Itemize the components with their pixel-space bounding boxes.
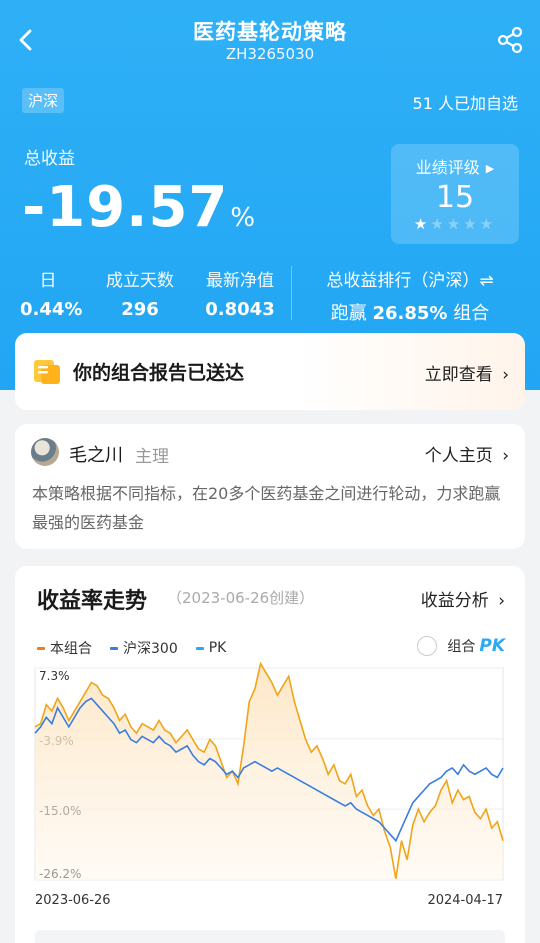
share-button[interactable]	[492, 22, 528, 58]
triangle-right-icon: ▶	[485, 162, 495, 175]
manager-home-label: 个人主页	[424, 446, 493, 466]
strategy-description: 本策略根据不同指标，在20多个医药基金之间进行轮动，力求跑赢最强的医药基金	[32, 484, 501, 532]
hero-header: 医药基轮动策略 ZH3265030 沪深 51 人已加自选 总收益 -19.57…	[0, 0, 540, 390]
stat-label: 日	[39, 271, 57, 291]
return-analysis-link[interactable]: 收益分析 ›	[421, 586, 505, 611]
view-report-label: 立即查看	[424, 365, 493, 385]
total-return-label: 总收益	[24, 149, 75, 169]
chart-legend: 本组合 沪深300 PK	[37, 638, 226, 658]
return-chart[interactable]: 7.3%-3.9%-15.0%-26.2%2023-06-262024-04-1…	[15, 662, 525, 922]
star-empty-icon: ★	[479, 215, 497, 233]
stat-label: 成立天数	[106, 271, 174, 291]
total-return-unit: %	[230, 203, 257, 233]
manager-role: 主理	[135, 447, 169, 467]
chevron-right-icon: ›	[502, 365, 509, 385]
view-report-link[interactable]: 立即查看 ›	[425, 360, 509, 385]
legend-label: 本组合	[50, 641, 92, 657]
star-empty-icon: ★	[463, 215, 480, 233]
x-tick-label: 2023-06-26	[35, 893, 111, 908]
report-text: 你的组合报告已送达	[73, 362, 245, 384]
pk-toggle[interactable]: 组合 PK	[417, 636, 505, 656]
stat-daily: 日 0.44%	[20, 266, 83, 320]
manager-card: 毛之川 主理 个人主页 › 本策略根据不同指标，在20多个医药基金之间进行轮动，…	[15, 424, 525, 549]
page-title: 医药基轮动策略	[193, 20, 347, 44]
star-empty-icon: ★	[430, 215, 447, 233]
legend-pk: PK	[195, 638, 227, 658]
rank-label: 总收益排行（沪深）⇌	[326, 271, 494, 291]
performance-rating-card[interactable]: 业绩评级 ▶ 15 ★★★★★	[391, 144, 519, 244]
stat-divider	[291, 266, 292, 320]
share-icon	[497, 26, 523, 54]
stat-value: 0.44%	[20, 299, 83, 320]
rank-prefix: 跑赢	[330, 303, 367, 324]
rank-value: 26.85%	[372, 303, 448, 324]
report-document-icon	[34, 360, 60, 384]
return-rank[interactable]: 总收益排行（沪深）⇌ 跑赢 26.85% 组合	[300, 266, 520, 325]
pk-label: 组合	[447, 639, 476, 655]
stat-nav: 最新净值 0.8043	[200, 266, 280, 320]
rank-suffix: 组合	[453, 303, 490, 324]
star-filled-icon: ★	[413, 215, 431, 233]
rating-value: 15	[435, 180, 475, 215]
avatar[interactable]	[31, 438, 59, 466]
manager-name[interactable]: 毛之川	[69, 441, 123, 467]
stat-value: 0.8043	[205, 299, 275, 320]
report-banner[interactable]: 你的组合报告已送达 立即查看 ›	[15, 333, 525, 410]
portfolio-code: ZH3265030	[225, 45, 315, 63]
legend-label: PK	[208, 640, 227, 656]
watch-count: 51 人已加自选	[412, 94, 518, 113]
rating-label-text: 业绩评级	[415, 158, 480, 177]
chart-created-date: （2023-06-26创建）	[167, 589, 315, 607]
manager-home-link[interactable]: 个人主页 ›	[425, 441, 509, 466]
x-tick-label: 2024-04-17	[427, 893, 503, 908]
pk-badge: PK	[479, 636, 505, 656]
chart-title: 收益率走势	[37, 589, 148, 614]
rating-stars: ★★★★★	[391, 215, 519, 233]
legend-label: 沪深300	[123, 641, 178, 657]
total-return-number: -19.57	[22, 175, 229, 240]
star-empty-icon: ★	[446, 215, 464, 233]
y-tick-label: 7.3%	[39, 669, 70, 683]
legend-portfolio: 本组合	[37, 638, 92, 658]
return-analysis-label: 收益分析	[420, 591, 489, 611]
rank-value-row: 跑赢 26.85% 组合	[300, 299, 520, 325]
legend-index: 沪深300	[110, 638, 178, 658]
stat-days: 成立天数 296	[100, 266, 180, 320]
stat-value: 296	[121, 299, 159, 320]
bottom-panel	[35, 930, 505, 943]
chevron-right-icon: ›	[498, 591, 505, 611]
market-tag: 沪深	[22, 88, 65, 113]
total-return-value: -19.57%	[22, 176, 256, 250]
return-trend-card: 收益率走势 （2023-06-26创建） 收益分析 › 本组合 沪深300 PK…	[15, 566, 525, 943]
rating-label: 业绩评级 ▶	[391, 154, 519, 178]
pk-checkbox[interactable]	[417, 636, 438, 656]
stat-label: 最新净值	[206, 271, 274, 291]
chevron-right-icon: ›	[502, 446, 509, 466]
